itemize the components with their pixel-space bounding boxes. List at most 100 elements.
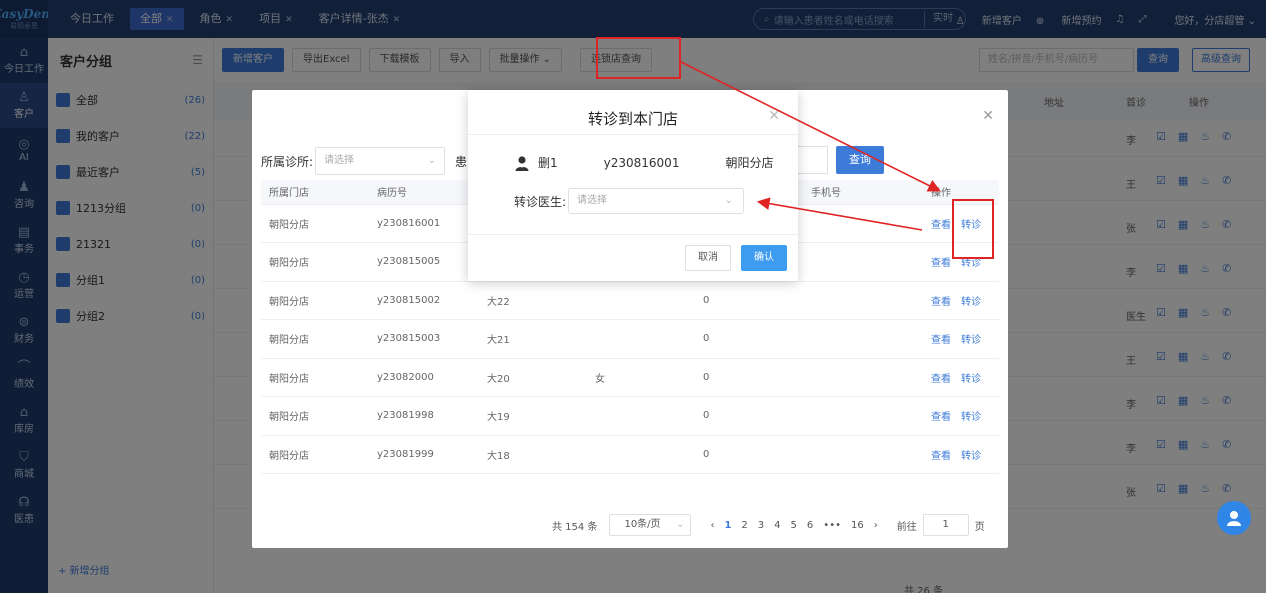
cell-record-id: y230816001 [369, 204, 479, 243]
next-page-button[interactable]: › [874, 520, 878, 531]
page-number[interactable]: 1 [724, 520, 731, 531]
cell-record-id: y230815005 [369, 242, 479, 282]
page-number[interactable]: 6 [807, 520, 813, 531]
cell-store: 朝阳分店 [261, 435, 369, 474]
cell-record-id: y230815003 [369, 319, 479, 359]
table-row: 朝阳分店 y230815003 大21 0 查看 转诊 [261, 319, 999, 359]
cell-name: 大19 [479, 396, 587, 436]
page-number[interactable]: 2 [741, 520, 747, 531]
view-link[interactable]: 查看 [931, 374, 951, 385]
page-size-value: 10条/页 [624, 519, 661, 530]
cell-store: 朝阳分店 [261, 319, 369, 359]
doctor-row: 转诊医生: 请选择 ⌄ [514, 188, 745, 214]
close-icon[interactable]: ✕ [982, 108, 994, 124]
transfer-modal: 转诊到本门店 ✕ 删1 y230816001 朝阳分店 转诊医生: 请选择 ⌄ … [468, 90, 798, 281]
highlight-transfer-link [952, 199, 994, 259]
cell-gender [587, 319, 695, 359]
cell-record-id: y23082000 [369, 358, 479, 397]
cell-age: 0 [695, 319, 803, 359]
cell-name: 大20 [479, 358, 587, 397]
cell-age: 0 [695, 435, 803, 474]
page-size-select[interactable]: 10条/页 ⌄ [609, 514, 692, 536]
cell-name: 大18 [479, 435, 587, 474]
page-number[interactable]: ••• [823, 520, 841, 531]
close-icon[interactable]: ✕ [768, 108, 780, 124]
cell-age: 0 [695, 396, 803, 436]
cell-name: 大22 [479, 281, 587, 320]
patient-record-id: y230816001 [603, 155, 680, 170]
doctor-select[interactable]: 请选择 ⌄ [568, 188, 745, 214]
transfer-link[interactable]: 转诊 [961, 374, 981, 385]
transfer-link[interactable]: 转诊 [961, 258, 981, 269]
cell-phone [803, 358, 923, 397]
assistant-fab[interactable] [1217, 501, 1251, 535]
doctor-select-placeholder: 请选择 [577, 195, 608, 206]
transfer-link[interactable]: 转诊 [961, 451, 981, 462]
divider [468, 234, 798, 235]
inner-query-button[interactable]: 查询 [836, 146, 884, 174]
divider [468, 134, 798, 135]
cell-ops: 查看 转诊 [923, 281, 999, 320]
page-number[interactable]: 3 [758, 520, 764, 531]
jump-page-input[interactable]: 1 [922, 514, 969, 536]
page-number[interactable]: 4 [774, 520, 780, 531]
cell-ops: 查看 转诊 [923, 435, 999, 474]
clinic-filter-label: 所属诊所: [261, 154, 314, 169]
doctor-label: 转诊医生: [514, 194, 567, 209]
highlight-chain-store-button [596, 37, 681, 79]
cell-name: 大21 [479, 319, 587, 359]
cell-age: 0 [695, 358, 803, 397]
table-row: 朝阳分店 y23081998 大19 0 查看 转诊 [261, 396, 999, 436]
clinic-select[interactable]: 请选择 ⌄ [315, 147, 446, 175]
cell-gender: 女 [587, 358, 695, 397]
prev-page-button[interactable]: ‹ [710, 520, 714, 531]
cell-phone [803, 204, 923, 243]
cell-ops: 查看 转诊 [923, 358, 999, 397]
cell-phone [803, 281, 923, 320]
view-link[interactable]: 查看 [931, 412, 951, 423]
patient-info: 删1 y230816001 朝阳分店 [514, 154, 773, 171]
col-record-id: 病历号 [369, 180, 479, 205]
cell-age: 0 [695, 281, 803, 320]
view-link[interactable]: 查看 [931, 451, 951, 462]
transfer-link[interactable]: 转诊 [961, 335, 981, 346]
cancel-button[interactable]: 取消 [685, 245, 731, 271]
cell-record-id: y23081999 [369, 435, 479, 474]
page-number[interactable]: 5 [791, 520, 797, 531]
cell-gender [587, 396, 695, 436]
cell-record-id: y23081998 [369, 396, 479, 436]
transfer-link[interactable]: 转诊 [961, 412, 981, 423]
col-store: 所属门店 [261, 180, 369, 205]
avatar-icon [1227, 511, 1241, 526]
jump-label: 前往 [896, 521, 917, 533]
cell-store: 朝阳分店 [261, 281, 369, 320]
modal-title: 转诊到本门店 [587, 110, 678, 128]
confirm-button[interactable]: 确认 [741, 245, 787, 271]
cell-phone [803, 396, 923, 436]
cell-store: 朝阳分店 [261, 358, 369, 397]
cell-record-id: y230815002 [369, 281, 479, 320]
patient-store: 朝阳分店 [725, 156, 774, 170]
table-row: 朝阳分店 y23081999 大18 0 查看 转诊 [261, 435, 999, 474]
chevron-down-icon: ⌄ [676, 519, 685, 530]
patient-name: 删1 [538, 156, 558, 170]
cell-store: 朝阳分店 [261, 242, 369, 282]
view-link[interactable]: 查看 [931, 220, 951, 231]
view-link[interactable]: 查看 [931, 297, 951, 308]
cell-store: 朝阳分店 [261, 396, 369, 436]
page-number[interactable]: 16 [851, 520, 864, 531]
transfer-link[interactable]: 转诊 [961, 297, 981, 308]
page-unit: 页 [974, 521, 985, 533]
view-link[interactable]: 查看 [931, 335, 951, 346]
view-link[interactable]: 查看 [931, 258, 951, 269]
cell-phone [803, 435, 923, 474]
patient-filter-input[interactable] [796, 146, 828, 174]
chevron-down-icon: ⌄ [724, 195, 734, 206]
chevron-down-icon: ⌄ [427, 155, 437, 166]
patient-filter-label: 患 [455, 154, 468, 169]
cell-ops: 查看 转诊 [923, 396, 999, 436]
avatar-icon [515, 155, 529, 171]
cell-phone [803, 319, 923, 359]
cell-phone [803, 242, 923, 282]
clinic-select-placeholder: 请选择 [324, 155, 355, 166]
